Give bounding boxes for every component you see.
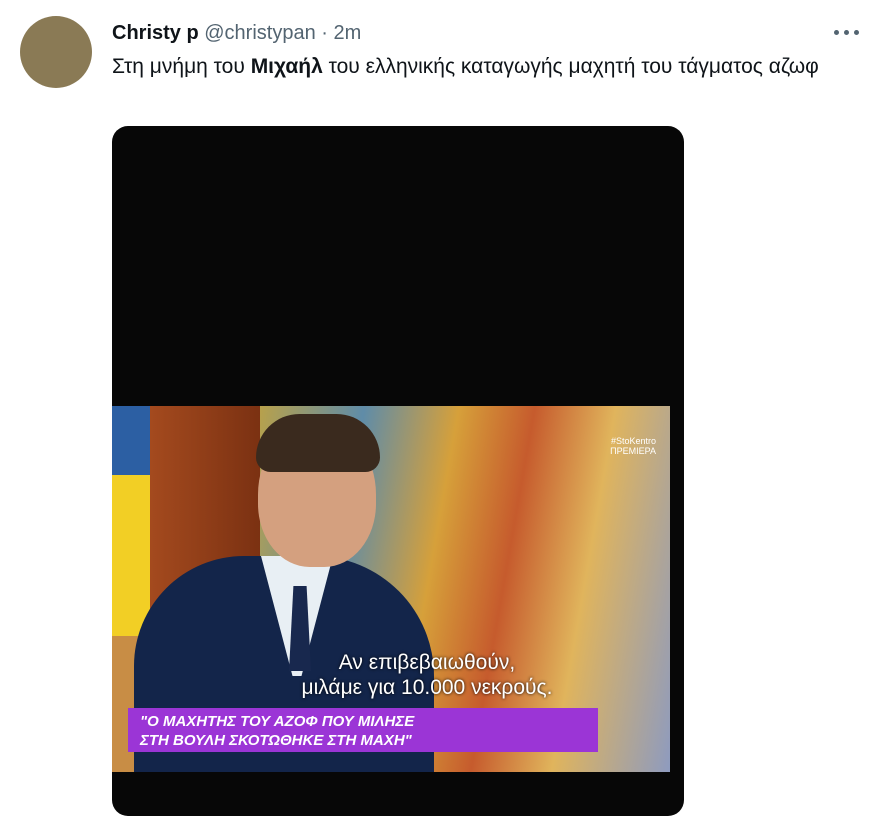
author-name[interactable]: Christy p <box>112 22 199 44</box>
logo-line: #StoKentro <box>610 436 656 446</box>
banner-line: "Ο ΜΑΧΗΤΗΣ ΤΟΥ ΑΖΟΦ ΠΟΥ ΜΙΛΗΣΕ <box>140 713 415 730</box>
tweet-text-bold: Μιχαήλ <box>250 55 323 78</box>
more-horizontal-icon <box>844 30 849 35</box>
timestamp[interactable]: 2m <box>334 22 362 44</box>
separator: · <box>321 22 328 44</box>
channel-logo: #StoKentro ΠΡΕΜΙΕΡΑ <box>610 436 656 456</box>
person-hair <box>256 414 380 472</box>
subtitles: Αν επιβεβαιωθούν, μιλάμε για 10.000 νεκρ… <box>212 650 642 700</box>
tweet-text-part: Στη μνήμη του <box>112 55 251 78</box>
banner-line: ΣΤΗ ΒΟΥΛΗ ΣΚΟΤΩΘΗΚΕ ΣΤΗ ΜΑΧΗ" <box>140 732 412 749</box>
subtitle-line: μιλάμε για 10.000 νεκρούς. <box>301 676 553 699</box>
flag <box>112 406 150 636</box>
author-handle[interactable]: @christypan <box>204 22 315 44</box>
tv-screen: #StoKentro ΠΡΕΜΙΕΡΑ Αν επιβεβαιωθούν, μι… <box>112 406 670 772</box>
more-horizontal-icon <box>854 30 859 35</box>
more-horizontal-icon <box>834 30 839 35</box>
tweet-text: Στη μνήμη του Μιχαήλ του ελληνικής καταγ… <box>112 52 852 81</box>
tweet-header: Christy p @christypan · 2m <box>112 20 361 46</box>
avatar[interactable] <box>20 16 92 88</box>
logo-line: ΠΡΕΜΙΕΡΑ <box>610 446 656 456</box>
subtitle-line: Αν επιβεβαιωθούν, <box>338 651 516 674</box>
tweet-text-part: του ελληνικής καταγωγής μαχητή του τάγμα… <box>322 55 819 78</box>
more-options-button[interactable] <box>830 20 864 44</box>
tweet-media[interactable]: #StoKentro ΠΡΕΜΙΕΡΑ Αν επιβεβαιωθούν, μι… <box>112 126 684 816</box>
news-banner: "Ο ΜΑΧΗΤΗΣ ΤΟΥ ΑΖΟΦ ΠΟΥ ΜΙΛΗΣΕ ΣΤΗ ΒΟΥΛΗ… <box>128 708 598 752</box>
